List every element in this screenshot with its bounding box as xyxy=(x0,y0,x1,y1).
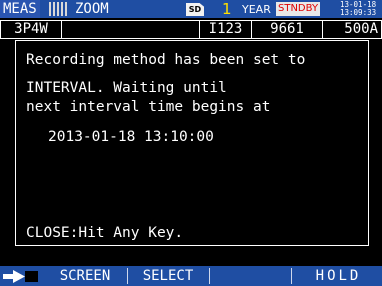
status-bar: MEAS ZOOM SD 1 YEAR STNDBY 13-01-18 13:0… xyxy=(0,0,382,18)
function-key-divider xyxy=(291,268,292,284)
dialog-message-line-2: INTERVAL. Waiting until xyxy=(26,80,227,96)
function-key-divider xyxy=(127,268,128,284)
wiring-setting: 3P4W xyxy=(0,20,62,39)
dialog-message-line-3: next interval time begins at xyxy=(26,99,271,115)
dialog-message-line-1: Recording method has been set to xyxy=(26,52,306,68)
current-range-setting: 500A xyxy=(323,20,382,39)
dialog-close-hint: CLOSE:Hit Any Key. xyxy=(26,225,184,241)
function-key-bar: SCREEN SELECT HOLD xyxy=(0,266,382,286)
meas-mode-tab[interactable]: MEAS xyxy=(0,0,40,18)
message-dialog[interactable]: Recording method has been set to INTERVA… xyxy=(15,40,369,246)
record-count: 1 xyxy=(222,0,232,18)
interval-start-time: 2013-01-18 13:10:00 xyxy=(48,129,214,145)
enter-key-icon xyxy=(3,270,38,283)
function-key-divider xyxy=(209,268,210,284)
screen-button[interactable]: SCREEN xyxy=(45,266,125,286)
settings-blank-cell xyxy=(62,20,200,39)
clock: 13-01-18 13:09:33 xyxy=(340,1,382,17)
current-input-setting: I123 xyxy=(200,20,252,39)
settings-row: 3P4W I123 9661 500A xyxy=(0,20,382,39)
zoom-mode-tab[interactable]: ZOOM xyxy=(75,0,109,18)
status-badge: STNDBY xyxy=(276,2,321,16)
record-period-label: YEAR xyxy=(242,3,271,16)
grip-icon xyxy=(49,2,69,16)
sd-card-icon: SD xyxy=(186,3,204,16)
clock-time: 13:09:33 xyxy=(340,8,377,17)
select-button[interactable]: SELECT xyxy=(130,266,206,286)
hold-button[interactable]: HOLD xyxy=(295,266,382,286)
vt-ratio-setting: 9661 xyxy=(252,20,323,39)
function-key-3[interactable] xyxy=(212,266,287,286)
